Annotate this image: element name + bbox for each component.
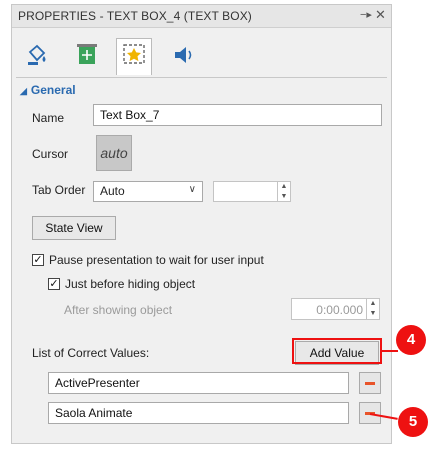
cursor-label: Cursor bbox=[32, 147, 69, 161]
audio-icon bbox=[175, 47, 192, 63]
pause-checkbox[interactable]: ✓ bbox=[32, 254, 44, 266]
tab-size-position[interactable] bbox=[74, 42, 100, 68]
state-view-button[interactable]: State View bbox=[32, 216, 116, 240]
callout-line bbox=[382, 350, 398, 352]
step-badge-4: 4 bbox=[396, 325, 426, 355]
tab-order-stepper[interactable]: ▲ ▼ bbox=[213, 181, 291, 202]
correct-values-label: List of Correct Values: bbox=[32, 346, 150, 360]
pin-icon[interactable]: −▸ bbox=[360, 8, 372, 21]
collapse-triangle-icon: ◢ bbox=[20, 86, 27, 96]
close-icon[interactable]: ✕ bbox=[375, 7, 386, 23]
hide-checkbox[interactable]: ✓ bbox=[48, 278, 60, 290]
stepper-up-icon[interactable]: ▲ bbox=[277, 182, 290, 192]
size-position-icon bbox=[77, 44, 97, 64]
panel-titlebar: PROPERTIES - TEXT BOX_4 (TEXT BOX) −▸ ✕ bbox=[12, 5, 391, 28]
section-general-label: General bbox=[30, 83, 76, 97]
stepper-up-icon[interactable]: ▲ bbox=[366, 299, 379, 309]
cursor-button[interactable]: auto bbox=[96, 135, 132, 171]
chevron-down-icon: ∨ bbox=[188, 184, 196, 195]
hide-label: Just before hiding object bbox=[65, 277, 196, 291]
highlight-box bbox=[292, 338, 382, 364]
panel-title: PROPERTIES - TEXT BOX_4 (TEXT BOX) bbox=[18, 9, 252, 23]
property-tabs bbox=[12, 28, 391, 78]
tab-interactivity[interactable] bbox=[116, 38, 152, 75]
remove-value-button[interactable] bbox=[359, 372, 381, 394]
after-showing-value: 0:00.000 bbox=[316, 303, 363, 317]
name-input[interactable]: Text Box_7 bbox=[93, 104, 382, 126]
after-showing-label: After showing object bbox=[64, 303, 173, 317]
minus-icon bbox=[365, 382, 375, 385]
interactivity-icon bbox=[123, 44, 145, 64]
correct-value-item[interactable]: ActivePresenter bbox=[48, 372, 349, 394]
tab-divider bbox=[16, 77, 387, 78]
tab-audio[interactable] bbox=[170, 42, 196, 68]
step-badge-5: 5 bbox=[398, 407, 428, 437]
stepper-down-icon[interactable]: ▼ bbox=[366, 309, 379, 319]
pause-label: Pause presentation to wait for user inpu… bbox=[49, 253, 264, 267]
tab-fill[interactable] bbox=[24, 42, 50, 68]
section-general[interactable]: ◢ General bbox=[20, 83, 76, 97]
fill-icon bbox=[28, 44, 46, 65]
tab-order-select[interactable]: Auto ∨ bbox=[93, 181, 203, 202]
tab-order-label: Tab Order bbox=[32, 183, 86, 197]
properties-panel: PROPERTIES - TEXT BOX_4 (TEXT BOX) −▸ ✕ bbox=[11, 4, 392, 444]
tab-order-value: Auto bbox=[100, 184, 125, 198]
name-label: Name bbox=[32, 111, 65, 125]
correct-value-item[interactable]: Saola Animate bbox=[48, 402, 349, 424]
stepper-down-icon[interactable]: ▼ bbox=[277, 191, 290, 201]
after-showing-stepper[interactable]: 0:00.000 ▲ ▼ bbox=[291, 298, 380, 320]
